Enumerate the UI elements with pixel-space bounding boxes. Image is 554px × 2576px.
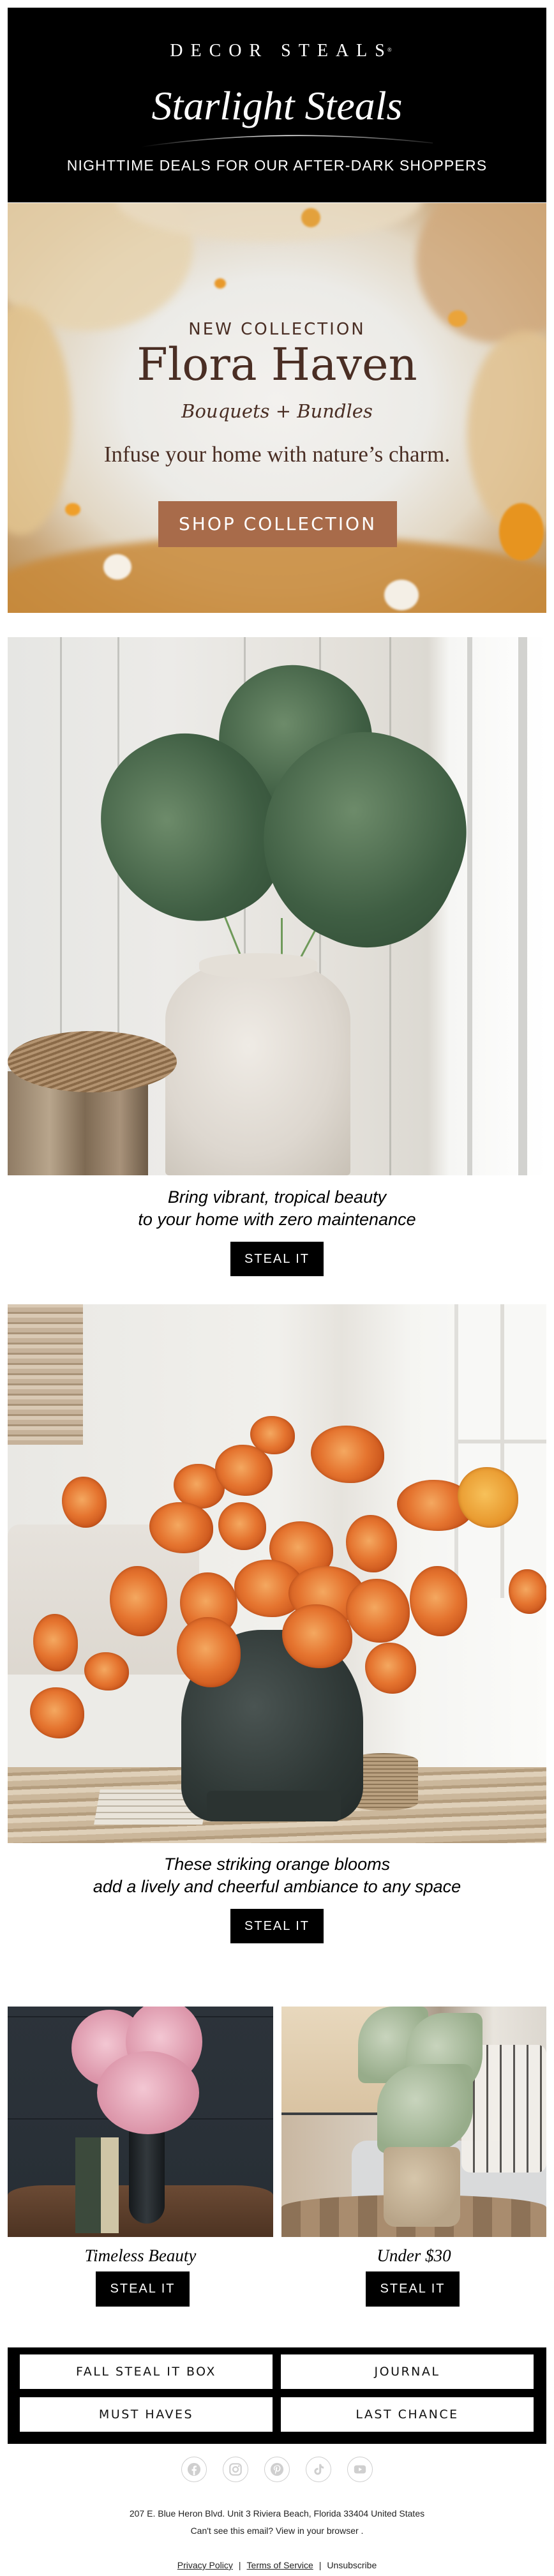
legal-links: Privacy Policy | Terms of Service | Unsubscr… <box>0 2559 554 2571</box>
window-frame <box>467 637 472 1175</box>
orange-bloom <box>62 1477 107 1528</box>
event-title: Starlight Steals <box>151 83 403 128</box>
tiktok-icon <box>314 2464 324 2475</box>
stone-pot <box>384 2147 460 2227</box>
shop-collection-button[interactable]: SHOP COLLECTION <box>158 501 397 547</box>
product-image-monstera[interactable] <box>8 637 546 1175</box>
orange-bloom <box>30 1687 84 1738</box>
flower-decoration <box>103 554 131 580</box>
flower-decoration <box>65 503 80 516</box>
facebook-link[interactable] <box>181 2457 207 2482</box>
caption-line: These striking orange blooms <box>163 1855 391 1874</box>
instagram-icon <box>229 2463 242 2476</box>
featured-image-timeless-beauty[interactable] <box>8 2007 273 2237</box>
product-caption: These striking orange blooms add a livel… <box>8 1853 546 1898</box>
nav-journal[interactable]: JOURNAL <box>281 2354 534 2389</box>
pinterest-link[interactable] <box>264 2457 290 2482</box>
featured-caption: Timeless Beauty <box>84 2246 197 2265</box>
orange-bloom <box>458 1467 518 1528</box>
urn-base <box>207 1791 341 1821</box>
swoosh-divider <box>141 135 433 147</box>
orange-bloom <box>84 1652 129 1691</box>
steal-it-button[interactable]: STEAL IT <box>96 2271 190 2307</box>
book <box>75 2137 101 2233</box>
terms-of-service-link[interactable]: Terms of Service <box>247 2560 313 2570</box>
window <box>454 1304 546 1598</box>
youtube-link[interactable] <box>347 2457 373 2482</box>
youtube-icon <box>354 2465 366 2474</box>
footer-nav: FALL STEAL IT BOX JOURNAL MUST HAVES LAS… <box>8 2347 546 2444</box>
link-separator: | <box>238 2560 241 2570</box>
tiktok-link[interactable] <box>306 2457 331 2482</box>
orange-bloom <box>311 1426 384 1483</box>
privacy-policy-link[interactable]: Privacy Policy <box>177 2560 233 2570</box>
orange-bloom <box>110 1566 167 1636</box>
flower-decoration <box>499 503 544 561</box>
flower-decoration <box>301 208 320 227</box>
vase-neck <box>199 953 317 979</box>
hero-title: Flora Haven <box>137 338 417 391</box>
brand-logo[interactable]: DECOR STEALS® <box>8 42 546 60</box>
caption-line: add a lively and cheerful ambiance to an… <box>93 1877 461 1896</box>
orange-bloom <box>346 1579 410 1643</box>
view-in-browser-link[interactable]: Can't see this email? View in your brows… <box>0 2525 554 2536</box>
wall-art <box>8 1304 83 1445</box>
facebook-icon <box>187 2462 201 2476</box>
featured-image-under-30[interactable] <box>281 2007 546 2237</box>
orange-bloom <box>250 1416 295 1454</box>
orange-bloom <box>218 1502 266 1550</box>
link-separator: | <box>318 2560 322 2570</box>
caption-line: to your home with zero maintenance <box>138 1210 416 1229</box>
social-links <box>0 2457 554 2482</box>
email-header: DECOR STEALS® Starlight Steals NIGHTTIME… <box>8 8 546 202</box>
header-tagline: NIGHTTIME DEALS FOR OUR AFTER-DARK SHOPP… <box>66 157 488 174</box>
steal-it-button[interactable]: STEAL IT <box>230 1909 324 1943</box>
foliage <box>377 2064 473 2153</box>
hero-subtitle: Bouquets + Bundles <box>181 400 373 422</box>
pinterest-icon <box>270 2462 284 2476</box>
nav-must-haves[interactable]: MUST HAVES <box>20 2397 273 2432</box>
product-image-orange-blooms[interactable] <box>8 1304 546 1843</box>
white-vase <box>165 960 350 1175</box>
unsubscribe-link[interactable]: Unsubscribe <box>327 2560 377 2570</box>
featured-caption: Under $30 <box>377 2246 451 2265</box>
hero-banner[interactable]: NEW COLLECTION Flora Haven Bouquets + Bu… <box>8 203 546 613</box>
product-caption: Bring vibrant, tropical beauty to your h… <box>8 1186 546 1231</box>
nav-last-chance[interactable]: LAST CHANCE <box>281 2397 534 2432</box>
nav-fall-steal-it-box[interactable]: FALL STEAL IT BOX <box>20 2354 273 2389</box>
registered-mark: ® <box>387 47 392 53</box>
company-address: 207 E. Blue Heron Blvd. Unit 3 Riviera B… <box>129 2508 425 2519</box>
brand-name: DECOR STEALS <box>170 41 393 61</box>
hero-description: Infuse your home with nature’s charm. <box>103 442 451 467</box>
orange-bloom <box>365 1643 416 1694</box>
orange-bloom <box>410 1566 467 1636</box>
instagram-link[interactable] <box>223 2457 248 2482</box>
hydrangea-bloom <box>97 2051 199 2134</box>
steal-it-button[interactable]: STEAL IT <box>230 1242 324 1276</box>
window-frame <box>518 637 527 1175</box>
orange-bloom <box>346 1515 397 1572</box>
flower-decoration <box>214 278 226 289</box>
orange-bloom <box>509 1569 546 1614</box>
book <box>101 2137 119 2233</box>
woven-stool-top <box>8 1031 177 1092</box>
flower-decoration <box>384 580 419 610</box>
steal-it-button[interactable]: STEAL IT <box>366 2271 460 2307</box>
caption-line: Bring vibrant, tropical beauty <box>167 1187 387 1207</box>
orange-bloom <box>33 1614 78 1671</box>
